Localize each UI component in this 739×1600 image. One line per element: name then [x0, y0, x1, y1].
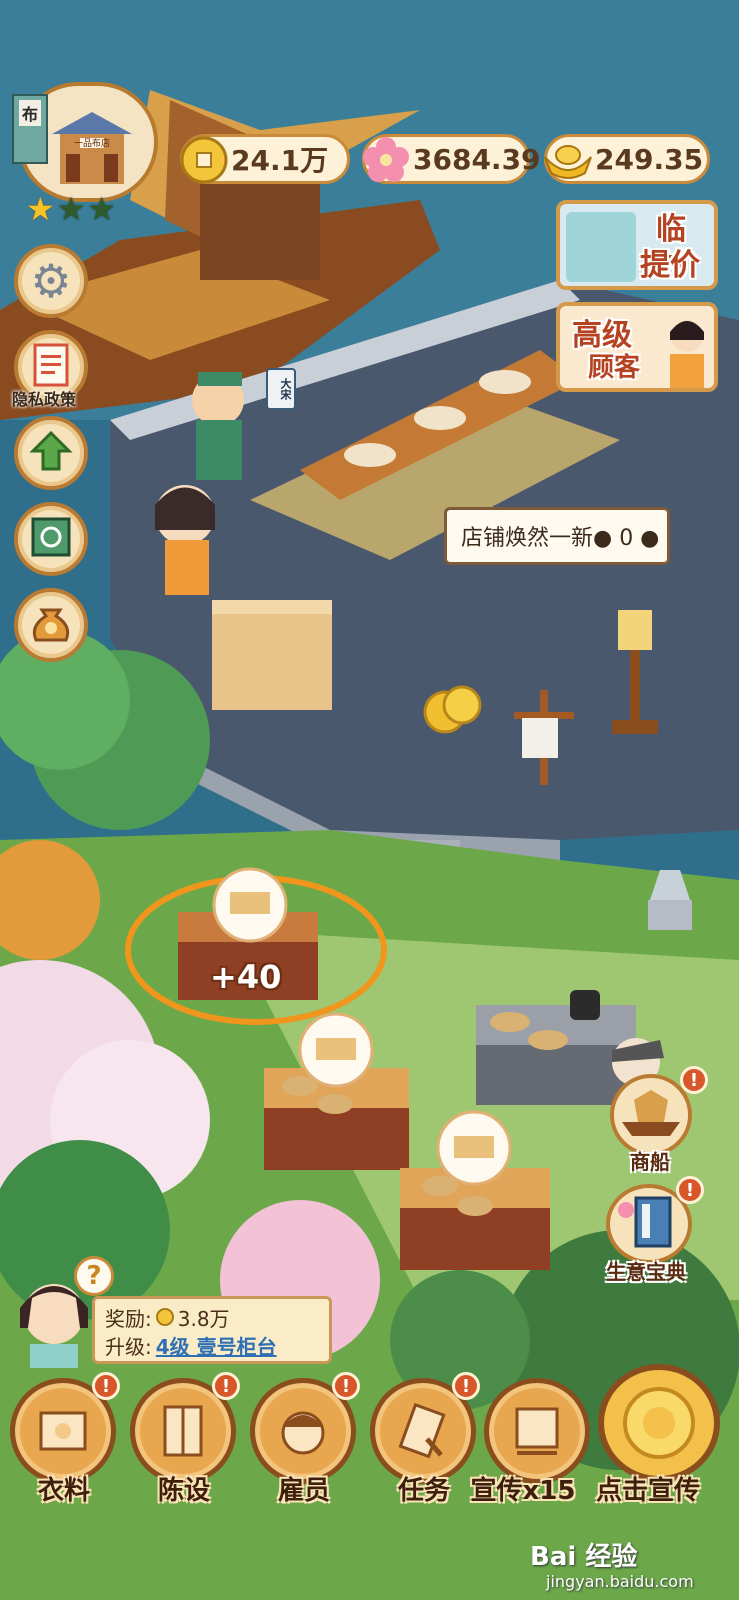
- reward-row: 奖励: 3.8万: [105, 1303, 329, 1331]
- fabric-label[interactable]: 衣料: [24, 1470, 104, 1510]
- counter-income-label: +40: [210, 958, 282, 996]
- cloth-banner-icon: [515, 1407, 559, 1455]
- business-guide-label[interactable]: 生意宝典: [606, 1256, 686, 1285]
- star-empty-icon: ★: [56, 190, 86, 228]
- quest-hint-bubble[interactable]: ?: [74, 1256, 114, 1296]
- fabric-scroll-icon: [39, 1411, 87, 1451]
- customer-lady-icon: [660, 312, 714, 388]
- star-filled-icon: ★: [26, 190, 55, 228]
- privacy-policy-label[interactable]: 隐私政策: [12, 386, 76, 410]
- upgrade-label: 升级:: [105, 1334, 152, 1359]
- staff-alert-icon: !: [332, 1372, 360, 1400]
- wooden-cage: [212, 600, 332, 710]
- upgrade-button[interactable]: [14, 416, 88, 490]
- coin-value: 24.1万: [231, 144, 329, 177]
- price-raise-line2: 提价: [640, 248, 700, 283]
- gold-ingot-icon: [541, 133, 595, 187]
- plum-flower-icon: [359, 133, 413, 187]
- reward-value: 3.8万: [177, 1306, 230, 1331]
- staff-label[interactable]: 雇员: [264, 1470, 344, 1510]
- promotion-label[interactable]: 宣传x15: [466, 1470, 580, 1510]
- banner-text: 大宋: [279, 378, 292, 400]
- tasks-label[interactable]: 任务: [384, 1470, 464, 1510]
- settings-button[interactable]: ⚙: [14, 244, 88, 318]
- shop-renovated-tooltip: 店铺焕然一新● 0 ●: [444, 507, 670, 565]
- fabric-bubble-3: [436, 1110, 512, 1186]
- ingot-value: 249.35: [595, 142, 704, 176]
- furnishing-alert-icon: !: [212, 1372, 240, 1400]
- vip-line2: 顾客: [588, 353, 641, 383]
- upgrade-row: 升级: 4级 壹号柜台: [105, 1331, 329, 1359]
- shop-sign-text: 布: [18, 100, 41, 126]
- up-arrow-icon: [29, 429, 73, 477]
- fabric-bubble-1: [212, 867, 288, 943]
- shop-name: 一品布店: [74, 139, 111, 149]
- map-button[interactable]: [14, 502, 88, 576]
- shop-stars: ★ ★ ★: [26, 190, 116, 228]
- tasks-alert-icon: !: [452, 1372, 480, 1400]
- counter-grey: [476, 990, 636, 1105]
- gong-icon: [623, 1387, 695, 1459]
- merchant-character: [192, 372, 244, 480]
- shop-interior-icon: [566, 212, 636, 282]
- cabinet-icon: [163, 1405, 203, 1457]
- merchant-ship-label[interactable]: 商船: [630, 1146, 670, 1175]
- treasure-bag-button[interactable]: [14, 588, 88, 662]
- upgrade-reward-panel[interactable]: 奖励: 3.8万 升级: 4级 壹号柜台: [92, 1296, 332, 1364]
- merchant-ship-button[interactable]: [610, 1074, 692, 1156]
- coin-counter[interactable]: 24.1万: [180, 134, 350, 184]
- flower-counter[interactable]: 3684.39: [359, 133, 541, 187]
- click-promote-label[interactable]: 点击宣传: [586, 1470, 710, 1510]
- star-empty-icon: ★: [87, 190, 117, 228]
- copper-coin-icon: [177, 133, 231, 187]
- reward-coin-icon: [155, 1308, 174, 1326]
- staff-face-icon: [281, 1411, 325, 1455]
- song-banner: 大宋: [266, 368, 296, 410]
- document-icon: [33, 343, 69, 391]
- promotion-button[interactable]: [484, 1378, 590, 1484]
- vip-customer-button[interactable]: 高级 顾客: [556, 302, 718, 392]
- furnishing-label[interactable]: 陈设: [144, 1470, 224, 1510]
- shop-sign-flag: 布: [12, 94, 48, 164]
- ingot-counter[interactable]: 249.35: [544, 134, 710, 184]
- fabric-alert-icon: !: [92, 1372, 120, 1400]
- flower-value: 3684.39: [413, 142, 541, 176]
- task-scroll-icon: [398, 1402, 446, 1459]
- ship-alert-icon: !: [680, 1066, 708, 1094]
- tooltip-text: 店铺焕然一新● 0 ●: [461, 526, 660, 551]
- question-mark-icon: ?: [86, 1261, 102, 1291]
- baidu-watermark-url: jingyan.baidu.com: [546, 1572, 694, 1591]
- fabric-bubble-2: [298, 1012, 374, 1088]
- money-bag-icon: [28, 600, 74, 650]
- map-icon: [29, 515, 73, 563]
- gear-icon: ⚙: [30, 254, 72, 308]
- temporary-price-raise-button[interactable]: 临时 提价: [556, 200, 718, 290]
- baidu-watermark: Bai 经验: [530, 1542, 638, 1572]
- gong-button[interactable]: [598, 1364, 720, 1482]
- reward-label: 奖励:: [105, 1306, 152, 1331]
- book-icon: [618, 1196, 672, 1248]
- upgrade-target-link[interactable]: 4级 壹号柜台: [156, 1331, 277, 1360]
- ship-icon: [622, 1090, 680, 1136]
- guide-alert-icon: !: [676, 1176, 704, 1204]
- vip-line1: 高级: [572, 318, 632, 353]
